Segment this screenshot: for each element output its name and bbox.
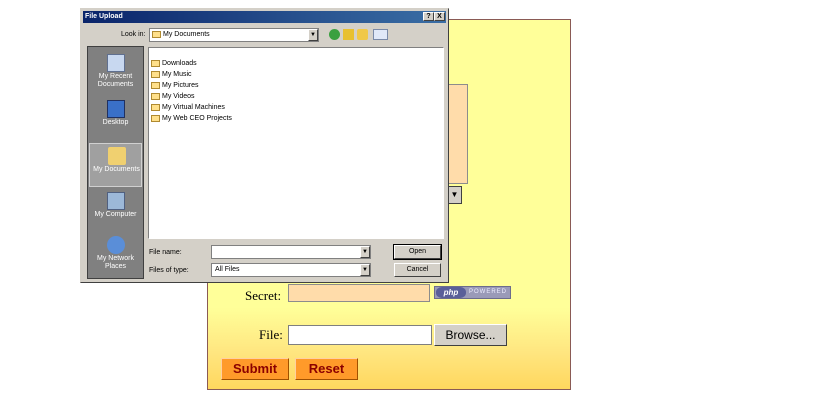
place-label: My Recent Documents [97, 73, 134, 88]
submit-button[interactable]: Submit [221, 358, 289, 380]
chevron-down-icon[interactable]: ▼ [360, 246, 370, 258]
help-button[interactable]: ? [423, 12, 434, 21]
dropdown-arrow-button[interactable]: ▼ [447, 186, 462, 204]
place-label: Desktop [102, 119, 129, 126]
look-in-dropdown[interactable]: My Documents ▼ [149, 28, 319, 42]
secret-label: Secret: [245, 288, 282, 303]
place-my-network-places[interactable]: My Network Places [89, 233, 142, 277]
views-menu-icon[interactable] [373, 29, 388, 40]
cancel-button[interactable]: Cancel [394, 263, 441, 277]
places-bar: My Recent Documents Desktop My Documents… [87, 46, 144, 279]
place-my-recent-documents[interactable]: My Recent Documents [89, 51, 142, 95]
file-label: File: [259, 327, 283, 342]
new-folder-icon[interactable] [357, 29, 368, 40]
file-name-input[interactable]: ▼ [211, 245, 371, 259]
file-name-label: File name: [149, 249, 182, 256]
php-logo: php [436, 287, 466, 298]
files-of-type-select[interactable]: All Files ▼ [211, 263, 371, 277]
close-button[interactable]: X [434, 12, 445, 21]
back-icon[interactable] [329, 29, 340, 40]
folder-icon [152, 31, 161, 38]
look-in-label: Look in: [121, 31, 146, 38]
recent-documents-icon [107, 54, 125, 72]
file-name: Downloads [162, 60, 197, 67]
reset-button[interactable]: Reset [295, 358, 358, 380]
look-in-value: My Documents [163, 31, 210, 38]
file-name: My Videos [162, 93, 195, 100]
file-list: Downloads My Music My Pictures My Videos… [148, 47, 444, 239]
dialog-title: File Upload [85, 13, 123, 20]
my-computer-icon [107, 192, 125, 210]
php-powered-text: POWERED [469, 289, 508, 295]
file-upload-dialog: File Upload ? X Look in: My Documents ▼ … [80, 8, 449, 283]
folder-icon [151, 60, 160, 67]
php-powered-badge: php POWERED [434, 286, 511, 299]
up-folder-icon[interactable] [343, 29, 354, 40]
network-places-icon [107, 236, 125, 254]
file-name: My Pictures [162, 82, 199, 89]
place-label: My Computer [94, 211, 137, 218]
place-label: My Network Places [97, 255, 134, 270]
place-label: My Documents [93, 166, 140, 173]
file-name: My Virtual Machines [162, 104, 225, 111]
file-name: My Music [162, 71, 192, 78]
folder-icon [151, 115, 160, 122]
place-my-documents[interactable]: My Documents [89, 143, 142, 187]
folder-icon [151, 104, 160, 111]
folder-icon [151, 82, 160, 89]
dialog-titlebar[interactable]: File Upload ? X [83, 11, 446, 23]
my-documents-icon [108, 147, 126, 165]
folder-icon [151, 71, 160, 78]
chevron-down-icon[interactable]: ▼ [308, 29, 318, 41]
files-of-type-value: All Files [215, 266, 240, 273]
folder-icon [151, 93, 160, 100]
chevron-down-icon[interactable]: ▼ [360, 264, 370, 276]
place-desktop[interactable]: Desktop [89, 97, 142, 141]
place-my-computer[interactable]: My Computer [89, 189, 142, 233]
secret-input[interactable] [288, 284, 430, 302]
desktop-icon [107, 100, 125, 118]
browse-button[interactable]: Browse... [434, 324, 507, 346]
files-of-type-label: Files of type: [149, 267, 189, 274]
file-name: My Web CEO Projects [162, 115, 232, 122]
open-button[interactable]: Open [393, 244, 442, 260]
file-path-input[interactable] [288, 325, 432, 345]
